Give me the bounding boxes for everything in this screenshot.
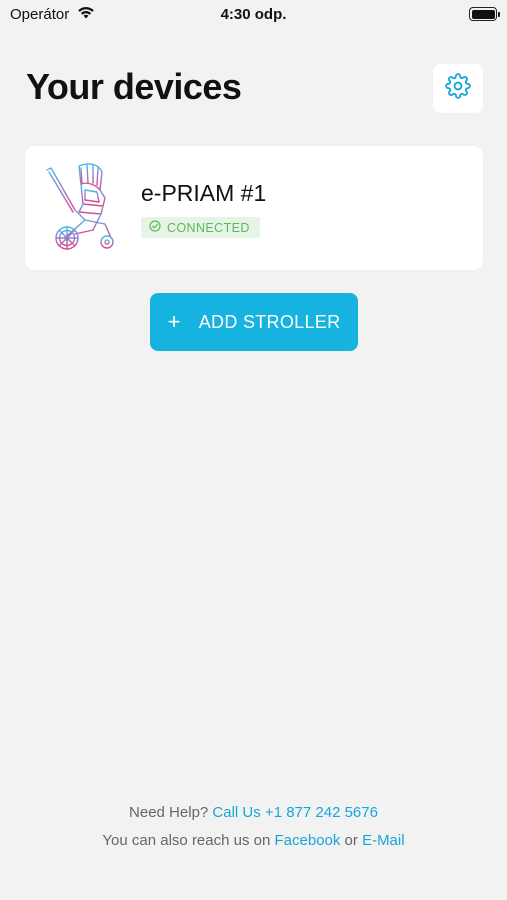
add-stroller-label: ADD STROLLER <box>198 311 341 332</box>
help-text: Need Help? <box>129 804 209 821</box>
facebook-link[interactable]: Facebook <box>275 832 341 849</box>
or-text: or <box>344 832 358 849</box>
call-us-link[interactable]: Call Us +1 877 242 5676 <box>212 804 378 821</box>
status-label: CONNECTED <box>167 220 250 235</box>
device-card[interactable]: e-PRIAM #1 CONNECTED <box>25 146 483 270</box>
check-circle-icon <box>149 220 161 235</box>
gear-icon <box>445 73 471 104</box>
email-link[interactable]: E-Mail <box>362 832 405 849</box>
page-title: Your devices <box>26 66 242 107</box>
status-badge: CONNECTED <box>141 217 260 238</box>
plus-icon: + <box>167 309 181 334</box>
carrier-label: Operátor <box>10 5 70 23</box>
footer-contact: You can also reach us on Facebook or E-M… <box>0 832 507 849</box>
reach-text: You can also reach us on <box>102 832 271 849</box>
add-stroller-button[interactable]: + ADD STROLLER <box>150 293 358 351</box>
settings-button[interactable] <box>433 64 483 113</box>
status-bar: Operátor 4:30 odp. <box>0 0 507 28</box>
device-name: e-PRIAM #1 <box>141 180 267 206</box>
footer-help: Need Help? Call Us +1 877 242 5676 <box>0 804 507 821</box>
battery-icon <box>469 7 500 21</box>
wifi-icon <box>77 5 95 23</box>
stroller-icon <box>45 160 117 252</box>
status-left: Operátor <box>10 5 95 23</box>
